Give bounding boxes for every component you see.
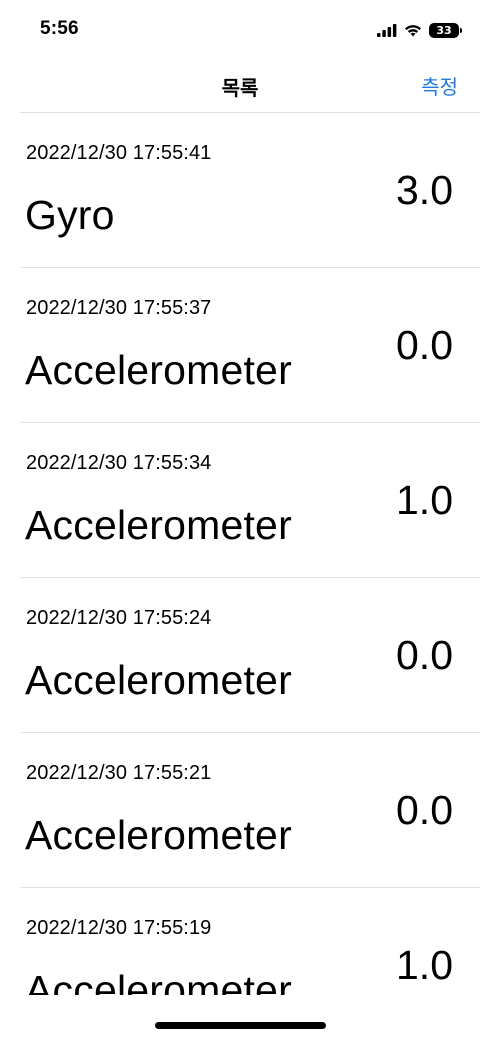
item-sensor-name: Accelerometer (25, 347, 292, 393)
wifi-icon (404, 24, 422, 37)
signal-icon (377, 23, 397, 37)
page-title: 목록 (221, 78, 259, 100)
item-sensor-name: Accelerometer (25, 502, 292, 548)
item-value: 0.0 (396, 632, 453, 678)
list-item[interactable]: 2022/12/30 17:55:24 Accelerometer 0.0 (0, 578, 480, 733)
item-value: 1.0 (396, 477, 453, 523)
item-timestamp: 2022/12/30 17:55:41 (26, 142, 212, 164)
item-timestamp: 2022/12/30 17:55:21 (26, 762, 212, 784)
item-timestamp: 2022/12/30 17:55:37 (26, 297, 212, 319)
item-sensor-name: Gyro (25, 192, 115, 238)
item-timestamp: 2022/12/30 17:55:24 (26, 607, 212, 629)
list-item[interactable]: 2022/12/30 17:55:34 Accelerometer 1.0 (0, 423, 480, 578)
list-item[interactable]: 2022/12/30 17:55:41 Gyro 3.0 (0, 113, 480, 268)
measurement-list[interactable]: 2022/12/30 17:55:41 Gyro 3.0 2022/12/30 … (0, 113, 480, 995)
measure-button[interactable]: 측정 (421, 71, 458, 100)
item-sensor-name: Accelerometer (25, 967, 292, 995)
status-icons: 33 (377, 19, 462, 41)
home-indicator[interactable] (155, 1022, 326, 1029)
item-sensor-name: Accelerometer (25, 812, 292, 858)
status-bar: 5:56 33 (0, 0, 480, 56)
battery-icon: 33 (429, 22, 462, 38)
item-sensor-name: Accelerometer (25, 657, 292, 703)
status-time: 5:56 (40, 18, 79, 39)
item-value: 0.0 (396, 322, 453, 368)
item-value: 1.0 (396, 942, 453, 988)
item-timestamp: 2022/12/30 17:55:19 (26, 917, 212, 939)
battery-level: 33 (429, 22, 459, 38)
item-value: 0.0 (396, 787, 453, 833)
item-timestamp: 2022/12/30 17:55:34 (26, 452, 212, 474)
list-item[interactable]: 2022/12/30 17:55:37 Accelerometer 0.0 (0, 268, 480, 423)
navigation-bar: 목록 측정 (0, 56, 480, 112)
list-item[interactable]: 2022/12/30 17:55:21 Accelerometer 0.0 (0, 733, 480, 888)
battery-tip (460, 27, 462, 33)
item-value: 3.0 (396, 167, 453, 213)
list-item[interactable]: 2022/12/30 17:55:19 Accelerometer 1.0 (0, 888, 480, 995)
